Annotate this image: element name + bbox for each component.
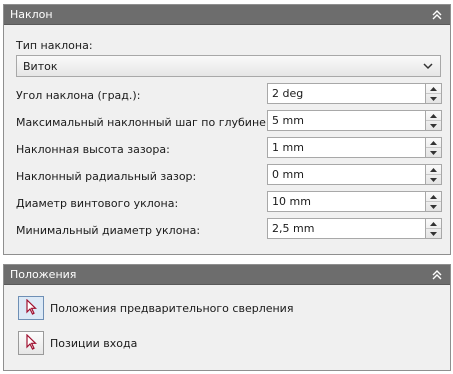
clearance-height-spinner[interactable]: 1 mm (267, 137, 442, 158)
clearance-height-label: Наклонная высота зазора: (16, 143, 170, 156)
spin-up-icon[interactable] (426, 192, 441, 201)
entry-positions-label: Позиции входа (50, 337, 138, 350)
helix-diameter-input[interactable]: 10 mm (267, 191, 426, 212)
collapse-chevron-up-icon[interactable] (430, 8, 444, 22)
spin-down-icon[interactable] (426, 201, 441, 211)
spin-up-icon[interactable] (426, 111, 441, 120)
collapse-chevron-up-icon[interactable] (430, 268, 444, 282)
min-diameter-spinner[interactable]: 2,5 mm (267, 218, 442, 239)
helix-diameter-label: Диаметр винтового уклона: (16, 197, 179, 210)
max-depth-step-input[interactable]: 5 mm (267, 110, 426, 131)
chevron-down-icon (422, 59, 434, 76)
tilt-type-dropdown[interactable]: Виток (16, 55, 441, 77)
tilt-type-value: Виток (23, 59, 58, 73)
cursor-arrow-icon (24, 333, 38, 353)
positions-panel: Положения Положения предварительного све… (3, 264, 451, 371)
tilt-angle-input[interactable]: 2 deg (267, 83, 426, 104)
radial-clearance-label: Наклонный радиальный зазор: (16, 170, 197, 183)
max-depth-step-label: Максимальный наклонный шаг по глубине: (16, 116, 270, 129)
max-depth-step-spinner[interactable]: 5 mm (267, 110, 442, 131)
positions-panel-header[interactable]: Положения (4, 265, 450, 285)
spin-down-icon[interactable] (426, 93, 441, 103)
min-diameter-label: Минимальный диаметр уклона: (16, 224, 201, 237)
radial-clearance-input[interactable]: 0 mm (267, 164, 426, 185)
spin-down-icon[interactable] (426, 147, 441, 157)
spin-up-icon[interactable] (426, 138, 441, 147)
min-diameter-input[interactable]: 2,5 mm (267, 218, 426, 239)
spin-up-icon[interactable] (426, 84, 441, 93)
clearance-height-input[interactable]: 1 mm (267, 137, 426, 158)
cursor-arrow-icon (24, 298, 38, 318)
spin-down-icon[interactable] (426, 120, 441, 130)
spin-up-icon[interactable] (426, 165, 441, 174)
spin-up-icon[interactable] (426, 219, 441, 228)
predrill-positions-label: Положения предварительного сверления (50, 302, 294, 315)
tilt-angle-label: Угол наклона (град.): (16, 89, 141, 102)
positions-panel-title: Положения (10, 268, 77, 281)
radial-clearance-spinner[interactable]: 0 mm (267, 164, 442, 185)
helix-diameter-spinner[interactable]: 10 mm (267, 191, 442, 212)
tilt-angle-spinner[interactable]: 2 deg (267, 83, 442, 104)
tilt-panel-header[interactable]: Наклон (4, 5, 450, 25)
tilt-panel: Наклон Тип наклона: Виток Угол наклона (… (3, 4, 451, 255)
predrill-positions-button[interactable] (18, 296, 44, 320)
tilt-type-label: Тип наклона: (16, 39, 93, 52)
spin-down-icon[interactable] (426, 174, 441, 184)
tilt-panel-title: Наклон (10, 8, 53, 21)
entry-positions-button[interactable] (18, 331, 44, 355)
spin-down-icon[interactable] (426, 228, 441, 238)
